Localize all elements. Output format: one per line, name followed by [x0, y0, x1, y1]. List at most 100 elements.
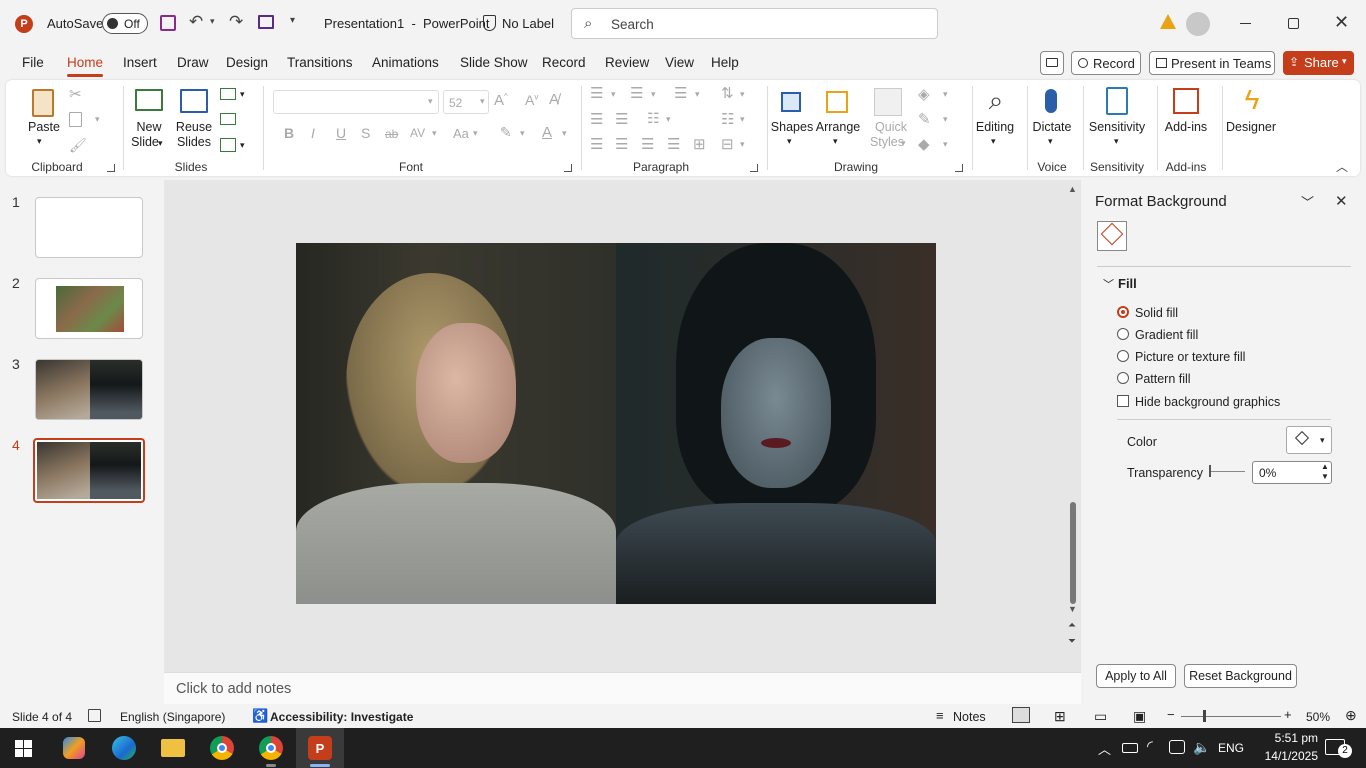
numbering-icon[interactable]: ☰: [630, 84, 643, 102]
apply-to-all-button[interactable]: Apply to All: [1096, 664, 1176, 688]
hide-graphics-label[interactable]: Hide background graphics: [1135, 395, 1280, 409]
shape-outline-icon[interactable]: ✎: [918, 110, 931, 128]
slide-thumbnail-1[interactable]: [35, 197, 143, 258]
font-color-icon[interactable]: A: [542, 124, 552, 141]
quick-styles-label-1[interactable]: Quick: [868, 120, 914, 135]
gradient-fill-label[interactable]: Gradient fill: [1135, 328, 1198, 342]
save-icon[interactable]: [160, 15, 176, 31]
decrease-font-icon[interactable]: Av: [525, 92, 538, 108]
justify-icon[interactable]: ☰: [667, 135, 680, 153]
paste-dropdown-icon[interactable]: ▾: [37, 136, 42, 147]
shapes-button-label[interactable]: Shapes: [769, 120, 815, 135]
reset-slide-icon[interactable]: [220, 113, 236, 125]
fill-section-toggle[interactable]: ﹀ Fill: [1103, 276, 1183, 294]
tab-help[interactable]: Help: [711, 55, 739, 70]
edge-icon[interactable]: [112, 736, 136, 760]
picture-fill-radio[interactable]: [1117, 350, 1129, 362]
slide-thumbnail-4[interactable]: [33, 438, 145, 503]
color-picker-button[interactable]: ▾: [1286, 426, 1332, 454]
maximize-icon[interactable]: [1288, 18, 1299, 29]
clock-date[interactable]: 14/1/2025: [1248, 749, 1318, 763]
customize-qat-icon[interactable]: ▾: [290, 15, 295, 26]
align-text-dropdown-icon[interactable]: ▾: [740, 114, 745, 125]
collapse-ribbon-icon[interactable]: ︿: [1336, 158, 1348, 175]
strikethrough-icon[interactable]: ab: [385, 127, 398, 141]
slide-sorter-icon[interactable]: ⊞: [1054, 708, 1066, 725]
columns-dropdown-icon[interactable]: ▾: [666, 114, 671, 125]
hide-graphics-checkbox[interactable]: [1117, 395, 1129, 407]
shape-fill-icon[interactable]: ◈: [918, 85, 930, 103]
tab-view[interactable]: View: [665, 55, 694, 70]
sensitivity-icon[interactable]: [1102, 84, 1132, 118]
network-icon[interactable]: [1169, 740, 1185, 754]
pattern-fill-radio[interactable]: [1117, 372, 1129, 384]
transparency-input[interactable]: 0% ▲ ▼: [1252, 461, 1332, 484]
redo-icon[interactable]: ↷: [229, 12, 243, 32]
autosave-toggle[interactable]: Off: [102, 13, 148, 34]
present-in-teams-button[interactable]: Present in Teams: [1149, 51, 1275, 75]
tab-review[interactable]: Review: [605, 55, 649, 70]
next-slide-icon[interactable]: ⏷: [1068, 636, 1076, 647]
font-color-dropdown-icon[interactable]: ▾: [562, 128, 567, 139]
shadow-icon[interactable]: S: [361, 125, 370, 141]
bullets-icon[interactable]: ☰: [590, 84, 603, 102]
zoom-slider[interactable]: [1181, 710, 1281, 722]
font-size-box[interactable]: 52 ▾: [443, 90, 489, 114]
add-ins-button-label[interactable]: Add-ins: [1160, 120, 1212, 135]
wifi-icon[interactable]: ◜: [1147, 737, 1153, 755]
zoom-out-icon[interactable]: −: [1167, 707, 1175, 722]
shape-fill-dropdown-icon[interactable]: ▾: [943, 89, 948, 100]
tab-slide-show[interactable]: Slide Show: [460, 55, 528, 70]
sensitivity-button-label[interactable]: Sensitivity: [1086, 120, 1148, 135]
volume-icon[interactable]: 🔈: [1193, 739, 1210, 756]
designer-button-label[interactable]: Designer: [1224, 120, 1278, 135]
picture-fill-label[interactable]: Picture or texture fill: [1135, 350, 1245, 364]
input-language[interactable]: ENG: [1218, 741, 1244, 755]
zoom-in-icon[interactable]: +: [1284, 707, 1292, 722]
arrange-dropdown-icon[interactable]: ▾: [833, 136, 838, 147]
italic-icon[interactable]: I: [311, 125, 315, 141]
increase-font-icon[interactable]: A^: [494, 92, 508, 109]
text-direction-dropdown-icon[interactable]: ▾: [740, 89, 745, 100]
dictate-dropdown-icon[interactable]: ▾: [1048, 136, 1053, 147]
quick-styles-dropdown-icon[interactable]: ▾: [901, 138, 906, 149]
clear-formatting-icon[interactable]: A̸: [549, 91, 559, 108]
text-direction-icon[interactable]: ⇅: [721, 84, 734, 102]
chrome-icon[interactable]: [210, 736, 234, 760]
powerpoint-taskbar-button[interactable]: P: [296, 728, 344, 768]
battery-icon[interactable]: [1122, 743, 1138, 753]
notification-badge[interactable]: 2: [1338, 744, 1352, 758]
align-left-icon[interactable]: ☰: [590, 135, 603, 153]
sensitivity-dropdown-icon[interactable]: ▾: [1114, 136, 1119, 147]
columns-icon[interactable]: ☷: [647, 110, 660, 127]
tab-insert[interactable]: Insert: [123, 55, 157, 70]
warning-icon[interactable]: [1160, 14, 1176, 29]
gradient-fill-radio[interactable]: [1117, 328, 1129, 340]
new-slide-icon[interactable]: [134, 86, 164, 114]
solid-fill-label[interactable]: Solid fill: [1135, 306, 1178, 320]
change-case-icon[interactable]: Aa: [453, 126, 469, 141]
arrange-icon[interactable]: [822, 86, 852, 118]
normal-view-icon[interactable]: [1012, 707, 1030, 723]
tab-draw[interactable]: Draw: [177, 55, 209, 70]
line-spacing-icon[interactable]: ☰: [674, 84, 687, 102]
reuse-slides-icon[interactable]: [178, 86, 210, 116]
microphone-icon[interactable]: [1038, 84, 1064, 118]
copy-icon[interactable]: [69, 112, 82, 127]
scroll-up-icon[interactable]: ▲: [1068, 184, 1077, 194]
change-case-dropdown-icon[interactable]: ▾: [473, 128, 478, 139]
cut-icon[interactable]: ✂: [69, 85, 82, 103]
close-icon[interactable]: ✕: [1334, 12, 1349, 33]
layout-icon[interactable]: [220, 88, 236, 100]
bold-icon[interactable]: B: [284, 125, 294, 141]
arrange-button-label[interactable]: Arrange: [813, 120, 863, 135]
decrease-indent-icon[interactable]: ☰: [590, 110, 603, 128]
present-from-start-icon[interactable]: [258, 15, 274, 29]
new-slide-dropdown-icon[interactable]: ▾: [158, 138, 163, 149]
spin-up-icon[interactable]: ▲: [1321, 462, 1329, 471]
paste-icon[interactable]: [28, 86, 58, 120]
notes-toggle[interactable]: Notes: [953, 710, 986, 724]
slide-image-right[interactable]: [616, 243, 936, 604]
editing-dropdown-icon[interactable]: ▾: [991, 136, 996, 147]
designer-icon[interactable]: ϟ: [1236, 84, 1268, 116]
